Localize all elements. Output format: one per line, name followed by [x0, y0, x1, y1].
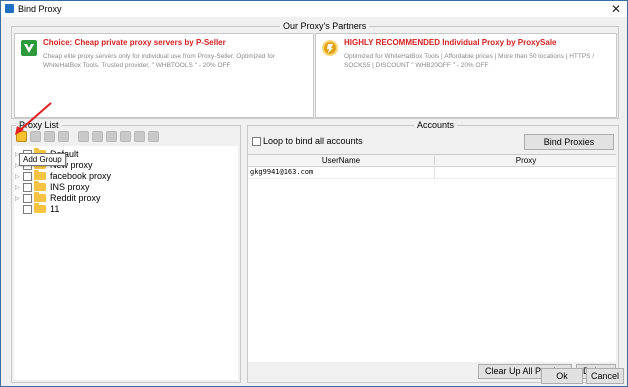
check-icon[interactable] [106, 131, 117, 142]
folder-icon [34, 170, 46, 180]
export-icon[interactable] [92, 131, 103, 142]
bind-proxies-button[interactable]: Bind Proxies [524, 134, 614, 150]
expand-icon[interactable]: ▷ [15, 173, 20, 180]
group-checkbox[interactable] [23, 172, 32, 181]
accounts-table: UserName Proxy gkg9941@163.com [248, 154, 616, 362]
p-seller-logo-icon [21, 40, 37, 56]
column-header-proxy[interactable]: Proxy [434, 156, 617, 165]
dialog-content: Our Proxy's Partners Choice: Cheap priva… [5, 17, 624, 385]
folder-icon [34, 192, 46, 202]
tree-item-facebook-proxy[interactable]: ▷ facebook proxy [14, 170, 214, 182]
tree-item-ins-proxy[interactable]: ▷ INS proxy [14, 181, 214, 193]
settings-icon[interactable] [148, 131, 159, 142]
table-row[interactable]: gkg9941@163.com [248, 167, 616, 179]
proxy-group-tree: ▷ Default ▷ New proxy ▷ facebook proxy [14, 146, 238, 380]
tree-item-reddit-proxy[interactable]: ▷ Reddit proxy [14, 192, 214, 204]
partner-title[interactable]: Choice: Cheap private proxy servers by P… [43, 38, 226, 47]
group-checkbox[interactable] [23, 183, 32, 192]
proxysale-logo-icon [322, 40, 338, 56]
table-header: UserName Proxy [248, 155, 616, 167]
app-icon [5, 4, 14, 13]
annotation-arrow-icon [15, 102, 52, 135]
accounts-group: Accounts Loop to bind all accounts Bind … [247, 120, 619, 383]
folder-icon [34, 181, 46, 191]
group-label: Reddit proxy [50, 193, 101, 203]
group-checkbox[interactable] [23, 194, 32, 203]
expand-icon[interactable]: ▷ [15, 195, 20, 202]
copy-icon[interactable] [58, 131, 69, 142]
partners-heading: Our Proxy's Partners [280, 21, 370, 31]
title-bar: Bind Proxy ✕ [1, 1, 627, 17]
expand-icon[interactable]: ▷ [15, 184, 20, 191]
group-label: facebook proxy [50, 171, 112, 181]
partners-group: Our Proxy's Partners Choice: Cheap priva… [11, 21, 619, 119]
bind-proxy-window: Bind Proxy ✕ Our Proxy's Partners Choice… [0, 0, 628, 387]
add-group-tooltip: Add Group [19, 153, 66, 166]
tree-item-11[interactable]: 11 [14, 203, 214, 215]
import-icon[interactable] [78, 131, 89, 142]
ok-button[interactable]: Ok [541, 368, 583, 384]
group-label: INS proxy [50, 182, 90, 192]
partner-title[interactable]: HIGHLY RECOMMENDED Individual Proxy by P… [344, 38, 557, 47]
loop-bind-checkbox[interactable] [252, 137, 261, 146]
close-icon[interactable]: ✕ [611, 2, 621, 16]
column-divider [434, 167, 435, 178]
cancel-button[interactable]: Cancel [586, 368, 624, 384]
refresh-icon[interactable] [134, 131, 145, 142]
folder-icon [34, 203, 46, 213]
accounts-heading: Accounts [414, 120, 458, 130]
delete-icon[interactable] [120, 131, 131, 142]
partner-description: Cheap elite proxy servers only for indiv… [43, 53, 275, 69]
partner-description: Optimized for WhiteHatBox Tools | Afford… [344, 53, 595, 69]
accounts-toolbar: Loop to bind all accounts Bind Proxies [248, 132, 616, 154]
group-label: 11 [50, 204, 60, 214]
group-checkbox[interactable] [23, 205, 32, 214]
column-header-username[interactable]: UserName [248, 156, 434, 165]
cell-username: gkg9941@163.com [250, 168, 314, 176]
window-title: Bind Proxy [18, 4, 62, 14]
loop-bind-label: Loop to bind all accounts [263, 136, 363, 146]
partner-card-pseller[interactable]: Choice: Cheap private proxy servers by P… [14, 33, 314, 118]
partner-card-proxysale[interactable]: HIGHLY RECOMMENDED Individual Proxy by P… [315, 33, 617, 118]
